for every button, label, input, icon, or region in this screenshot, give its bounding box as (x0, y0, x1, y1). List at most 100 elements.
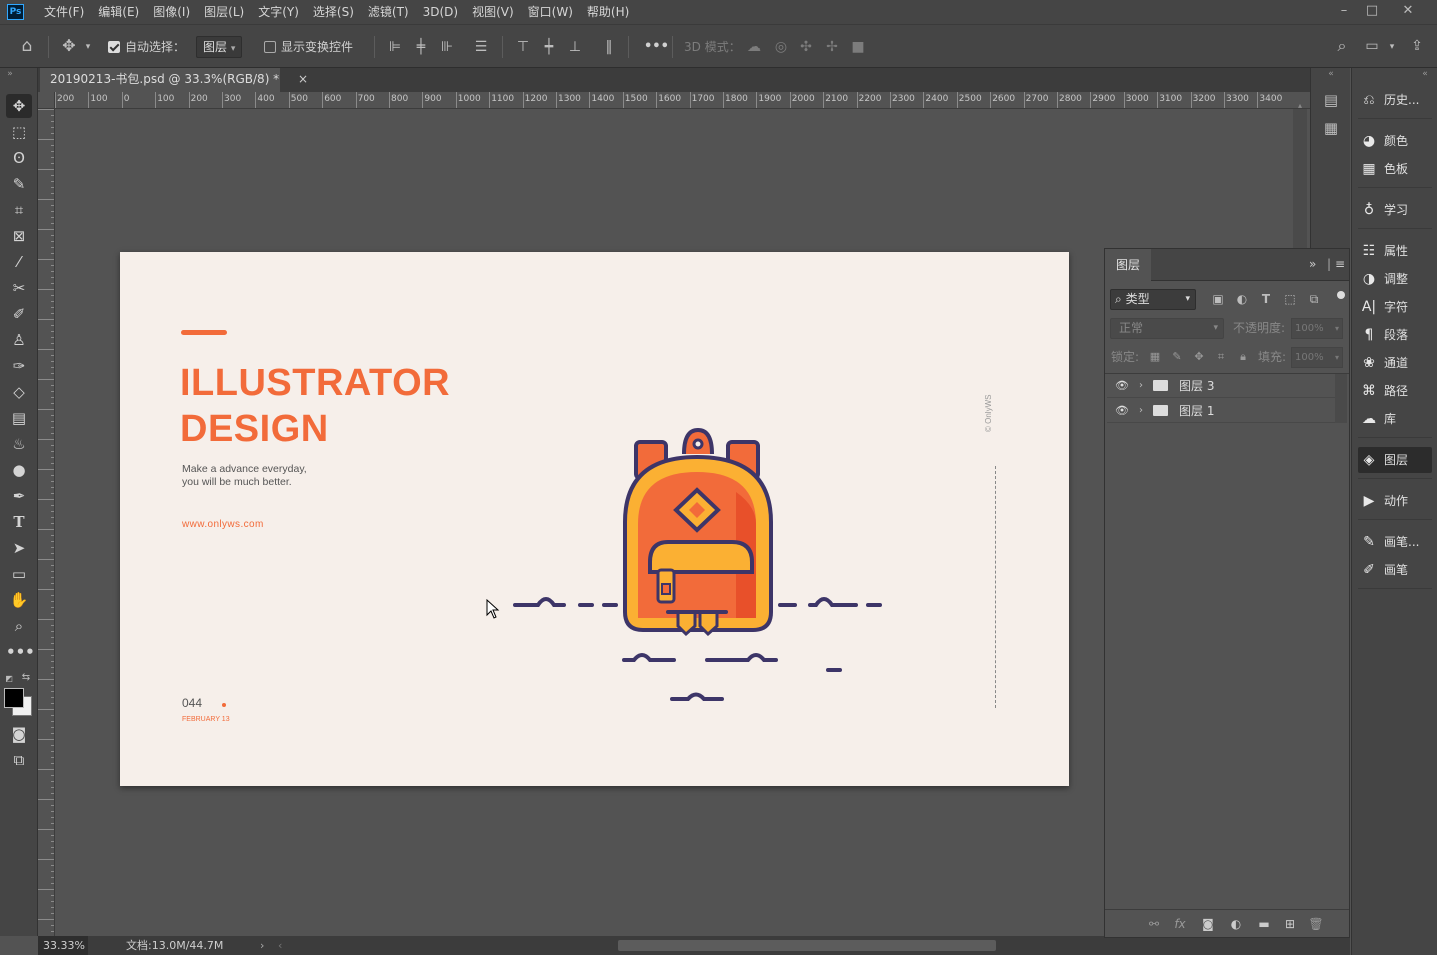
dock-channels[interactable]: ❀ 通道 (1358, 350, 1432, 376)
brush-tool-icon[interactable]: ✐ (6, 302, 32, 326)
zoom-tool-icon[interactable]: ⌕ (6, 614, 32, 638)
dock-character[interactable]: A| 字符 (1358, 294, 1432, 320)
dock-history[interactable]: ⎌ 历史... (1358, 87, 1432, 113)
lock-all-icon[interactable]: 🔒︎ (1235, 349, 1251, 365)
trash-icon[interactable]: 🗑︎ (1307, 916, 1325, 932)
share-icon[interactable]: ⇪ (1406, 38, 1428, 54)
pen-tool-icon[interactable]: ✒ (6, 484, 32, 508)
filter-shape-icon[interactable]: ⬚ (1281, 291, 1299, 307)
marquee-tool-icon[interactable]: ⬚ (6, 120, 32, 144)
dock-adjustments[interactable]: ◑ 调整 (1358, 266, 1432, 292)
menu-view[interactable]: 视图(V) (472, 0, 514, 24)
dock-layers[interactable]: ◈ 图层 (1358, 447, 1432, 473)
opacity-field[interactable]: 100% ▾ (1291, 318, 1343, 339)
chevron-right-icon[interactable]: › (260, 936, 264, 955)
eyedropper-tool-icon[interactable]: ⁄ (6, 250, 32, 274)
eraser-tool-icon[interactable]: ◇ (6, 380, 32, 404)
dock-libraries[interactable]: ☁ 库 (1358, 406, 1432, 432)
new-layer-icon[interactable]: ⊞ (1281, 916, 1299, 932)
menu-layer[interactable]: 图层(L) (204, 0, 244, 24)
more-options-button[interactable]: ••• (644, 25, 669, 69)
filter-type-icon[interactable]: T (1257, 291, 1275, 307)
document-info[interactable]: 文档:13.0M/44.7M (126, 936, 223, 955)
document-tab[interactable]: 20190213-书包.psd @ 33.3%(RGB/8) * × (40, 68, 308, 92)
chevron-right-icon[interactable]: › (1139, 374, 1143, 398)
filter-smart-object-icon[interactable]: ⧉ (1305, 291, 1323, 307)
blend-mode-dropdown[interactable]: 正常 ▾ (1110, 318, 1224, 339)
dock-paths[interactable]: ⌘ 路径 (1358, 378, 1432, 404)
scroll-left-icon[interactable]: ‹ (278, 936, 282, 955)
scroll-up-icon[interactable]: ▴ (1293, 101, 1307, 110)
collapse-icon[interactable]: « (1418, 66, 1432, 82)
pan-3d-icon[interactable]: ✣ (796, 39, 816, 55)
align-left-icon[interactable]: ⊫ (386, 39, 404, 55)
hand-tool-icon[interactable]: ✋ (6, 588, 32, 612)
dodge-tool-icon[interactable]: ● (6, 458, 32, 482)
slide-3d-icon[interactable]: ✢ (822, 39, 842, 55)
lock-position-icon[interactable]: ✥ (1191, 349, 1207, 365)
lock-transparent-icon[interactable]: ▦ (1147, 349, 1163, 365)
swap-colors-icon[interactable]: ⇆ (20, 670, 32, 686)
align-top-icon[interactable]: ⊤ (514, 39, 532, 55)
menu-help[interactable]: 帮助(H) (587, 0, 629, 24)
chevron-down-icon[interactable]: ▾ (82, 39, 94, 55)
panel-icon-b[interactable]: ▦ (1321, 120, 1341, 136)
menu-file[interactable]: 文件(F) (44, 0, 84, 24)
dock-brushes[interactable]: ✐ 画笔 (1358, 557, 1432, 583)
dock-brush-settings[interactable]: ✎ 画笔... (1358, 529, 1432, 555)
workspace-icon[interactable]: ▭ (1362, 38, 1382, 54)
dock-paragraph[interactable]: ¶ 段落 (1358, 322, 1432, 348)
orbit-3d-icon[interactable]: ☁ (744, 39, 764, 55)
minimize-icon[interactable]: – (1330, 0, 1358, 24)
healing-brush-tool-icon[interactable]: ✂ (6, 276, 32, 300)
collapse-icon[interactable]: « (1325, 66, 1337, 82)
horizontal-ruler[interactable]: 200 100 0 100 200 300 400 500 600 700 800 900 1000 11… (55, 92, 1310, 109)
menu-3d[interactable]: 3D(D) (423, 0, 458, 24)
menu-image[interactable]: 图像(I) (153, 0, 190, 24)
align-hcenter-icon[interactable]: ╪ (412, 39, 430, 55)
dock-swatches[interactable]: ▦ 色板 (1358, 156, 1432, 182)
fx-icon[interactable]: fx (1171, 916, 1189, 932)
menu-select[interactable]: 选择(S) (313, 0, 354, 24)
close-icon[interactable]: × (298, 68, 308, 90)
distribute-icon[interactable]: ☰ (472, 39, 490, 55)
screen-mode-icon[interactable]: ⧉ (6, 748, 32, 772)
auto-select-dropdown[interactable]: 图层 ▾ (196, 36, 243, 58)
layer-row[interactable]: 👁︎ › 图层 1 (1107, 399, 1335, 423)
distribute-vertical-icon[interactable]: ‖ (600, 39, 618, 55)
panel-icon-a[interactable]: ▤ (1321, 92, 1341, 108)
show-transform-checkbox[interactable] (264, 41, 276, 53)
quick-select-tool-icon[interactable]: ✎ (6, 172, 32, 196)
home-icon[interactable]: ⌂ (16, 38, 38, 55)
filter-kind-dropdown[interactable]: ⌕ 类型 ▾ (1110, 289, 1196, 310)
lock-artboard-icon[interactable]: ⌗ (1213, 349, 1229, 365)
dock-properties[interactable]: ☷ 属性 (1358, 238, 1432, 264)
align-vcenter-icon[interactable]: ┿ (540, 39, 558, 55)
link-icon[interactable]: ⚯ (1145, 916, 1163, 932)
dock-color[interactable]: ◕ 颜色 (1358, 128, 1432, 154)
vertical-scrollbar[interactable]: ▴ (1293, 101, 1307, 249)
rectangle-tool-icon[interactable]: ▭ (6, 562, 32, 586)
dock-actions[interactable]: ▶ 动作 (1358, 488, 1432, 514)
dock-learn[interactable]: ♁ 学习 (1358, 197, 1432, 223)
layer-row[interactable]: 👁︎ › 图层 3 (1107, 374, 1335, 398)
panel-menu-icon[interactable]: ≡ (1335, 257, 1345, 271)
close-window-icon[interactable]: ✕ (1394, 0, 1422, 24)
horizontal-scrollbar-thumb[interactable] (618, 940, 996, 951)
frame-tool-icon[interactable]: ⊠ (6, 224, 32, 248)
filter-toggle[interactable] (1337, 291, 1345, 299)
history-brush-tool-icon[interactable]: ✑ (6, 354, 32, 378)
menu-edit[interactable]: 编辑(E) (98, 0, 139, 24)
search-icon[interactable]: ⌕ (1332, 38, 1352, 54)
crop-tool-icon[interactable]: ⌗ (6, 198, 32, 222)
roll-3d-icon[interactable]: ◎ (771, 39, 791, 55)
align-right-icon[interactable]: ⊪ (438, 39, 456, 55)
adjustment-layer-icon[interactable]: ◐ (1227, 916, 1245, 932)
auto-select-checkbox[interactable] (108, 41, 120, 53)
chevron-down-icon[interactable]: ▾ (1386, 39, 1398, 55)
menu-type[interactable]: 文字(Y) (258, 0, 299, 24)
foreground-color-swatch[interactable] (4, 688, 24, 708)
filter-adjustment-icon[interactable]: ◐ (1233, 291, 1251, 307)
camera-3d-icon[interactable]: ■ (848, 39, 868, 55)
type-tool-icon[interactable]: T (6, 510, 32, 534)
